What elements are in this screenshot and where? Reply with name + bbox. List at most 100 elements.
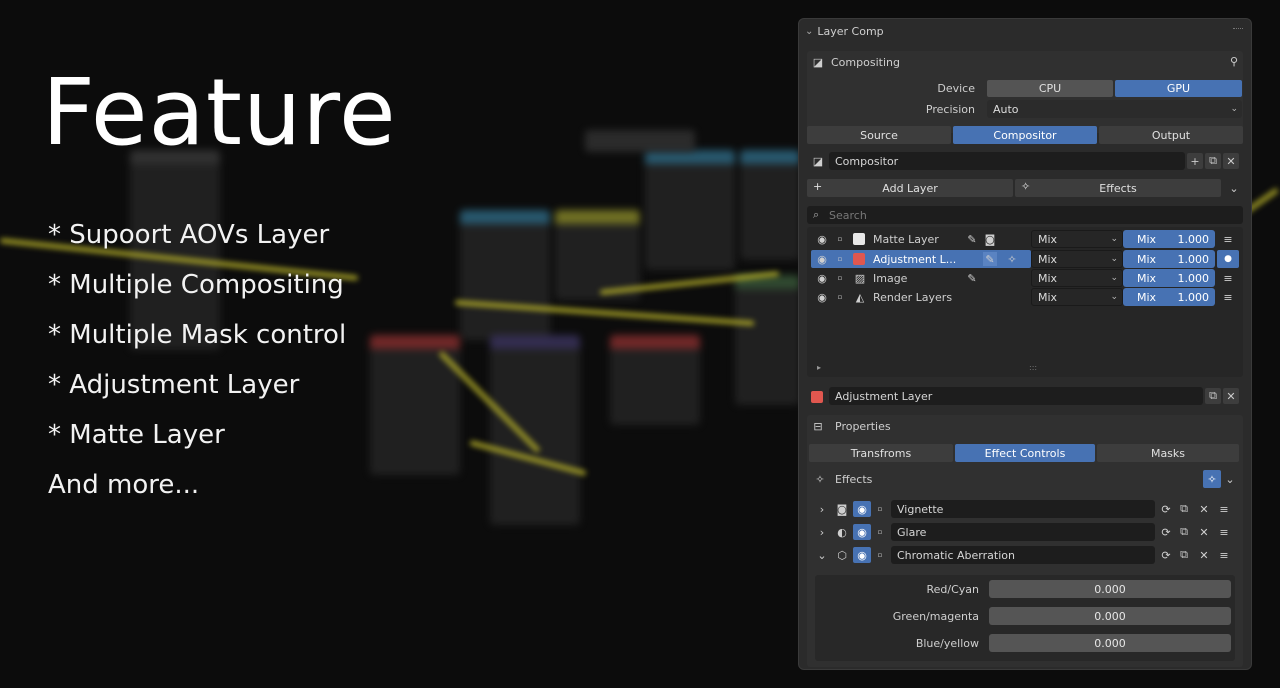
menu-icon[interactable]: ≡	[1217, 502, 1231, 516]
tab-output[interactable]: Output	[1099, 126, 1243, 144]
add-icon[interactable]: +	[1187, 153, 1203, 169]
resize-grip-icon[interactable]: :::	[1029, 363, 1037, 372]
close-icon[interactable]: ✕	[1197, 548, 1211, 562]
red-cyan-slider[interactable]: 0.000	[989, 580, 1231, 598]
tab-compositor[interactable]: Compositor	[953, 126, 1097, 144]
blue-yellow-slider[interactable]: 0.000	[989, 634, 1231, 652]
add-layer-button[interactable]: + Add Layer	[807, 179, 1013, 197]
effect-row-chromatic-aberration[interactable]: ⌄ ⬡ ◉ ▫ Chromatic Aberration ⟳ ⧉ ✕ ≡	[811, 545, 1243, 565]
effects-menu-button[interactable]: ✧ Effects	[1015, 179, 1221, 197]
solo-icon[interactable]: ▫	[873, 525, 887, 539]
eye-icon[interactable]: ◉	[853, 501, 871, 517]
effects-section-label: Effects	[835, 473, 873, 486]
menu-icon[interactable]: ≡	[1217, 548, 1231, 562]
tab-masks[interactable]: Masks	[1097, 444, 1239, 462]
menu-icon[interactable]: ≡	[1221, 232, 1235, 246]
effect-row-glare[interactable]: › ◐ ◉ ▫ Glare ⟳ ⧉ ✕ ≡	[811, 522, 1243, 542]
eye-icon[interactable]: ◉	[853, 524, 871, 540]
chevron-down-icon: ⌄	[1110, 273, 1118, 283]
close-icon[interactable]: ✕	[1223, 388, 1239, 404]
wand-icon: ✧	[815, 472, 825, 486]
pin-icon[interactable]: ⚲	[1227, 54, 1241, 68]
menu-icon[interactable]: ≡	[1217, 525, 1231, 539]
duplicate-icon[interactable]: ⧉	[1177, 525, 1191, 539]
edit-icon[interactable]: ✎	[965, 271, 979, 285]
eye-icon[interactable]: ◉	[853, 547, 871, 563]
layer-row-adjustment[interactable]: ◉ ▫ Adjustment L... ✎ ✧	[811, 250, 1031, 268]
close-icon[interactable]: ✕	[1197, 502, 1211, 516]
duplicate-icon[interactable]: ⧉	[1177, 548, 1191, 562]
blend-mode-select[interactable]: Mix ⌄	[1031, 230, 1123, 248]
chevron-down-icon[interactable]: ⌄	[1223, 472, 1237, 486]
wand-icon[interactable]: ✧	[1005, 252, 1019, 266]
expand-triangle-icon[interactable]: ▸	[817, 363, 821, 372]
chevron-right-icon[interactable]: ›	[815, 525, 829, 539]
blend-mode-select[interactable]: Mix ⌄	[1031, 269, 1123, 287]
feature-item: And more...	[48, 470, 200, 501]
chevron-down-icon[interactable]: ⌄	[1227, 181, 1241, 195]
selected-layer-name-field[interactable]: Adjustment Layer	[829, 387, 1203, 405]
feature-list: * Supoort AOVs Layer * Multiple Composit…	[48, 210, 397, 510]
eye-icon[interactable]: ◉	[815, 290, 829, 304]
eye-icon[interactable]: ◉	[815, 232, 829, 246]
blend-mode-select[interactable]: Mix ⌄	[1031, 288, 1123, 306]
eye-icon[interactable]: ◉	[815, 252, 829, 266]
device-gpu-button[interactable]: GPU	[1115, 80, 1242, 97]
mix-slider[interactable]: Mix 1.000	[1123, 269, 1215, 287]
compositor-name-field[interactable]: Compositor	[829, 152, 1185, 170]
close-icon[interactable]: ✕	[1197, 525, 1211, 539]
feature-intro: Feature * Supoort AOVs Layer * Multiple …	[42, 58, 397, 510]
effect-row-vignette[interactable]: › ◙ ◉ ▫ Vignette ⟳ ⧉ ✕ ≡	[811, 499, 1243, 519]
wand-icon: ✧	[1021, 180, 1031, 193]
blend-mode-value: Mix	[1038, 252, 1058, 266]
solo-icon[interactable]: ▫	[833, 252, 847, 266]
layer-row-render-layers[interactable]: ◉ ▫ ◭ Render Layers Mix ⌄ Mix 1.000 ≡	[811, 288, 1243, 306]
mix-slider[interactable]: Mix 1.000	[1123, 250, 1215, 268]
active-dot-icon[interactable]: ●	[1217, 250, 1239, 268]
drag-handle-icon[interactable]	[1233, 28, 1243, 30]
solo-icon[interactable]: ▫	[833, 232, 847, 246]
edit-icon[interactable]: ✎	[965, 232, 979, 246]
layer-row-image[interactable]: ◉ ▫ ▨ Image ✎ Mix ⌄ Mix 1.000 ≡	[811, 269, 1243, 287]
tab-transforms[interactable]: Transfroms	[809, 444, 953, 462]
solo-icon[interactable]: ▫	[873, 548, 887, 562]
blend-mode-value: Mix	[1038, 271, 1058, 285]
feature-item: * Adjustment Layer	[48, 370, 300, 401]
green-magenta-slider[interactable]: 0.000	[989, 607, 1231, 625]
add-effect-icon[interactable]: ✧	[1203, 470, 1221, 488]
device-cpu-button[interactable]: CPU	[987, 80, 1113, 97]
mix-value: 1.000	[1177, 232, 1210, 246]
duplicate-icon[interactable]: ⧉	[1205, 153, 1221, 169]
mask-icon[interactable]: ◙	[983, 232, 997, 246]
duplicate-icon[interactable]: ⧉	[1177, 502, 1191, 516]
mix-label: Mix	[1137, 290, 1157, 304]
mix-slider[interactable]: Mix 1.000	[1123, 288, 1215, 306]
effect-name-field[interactable]: Chromatic Aberration	[891, 546, 1155, 564]
chevron-right-icon[interactable]: ›	[815, 502, 829, 516]
blend-mode-select[interactable]: Mix ⌄	[1031, 250, 1123, 268]
mix-slider[interactable]: Mix 1.000	[1123, 230, 1215, 248]
precision-select[interactable]: Auto ⌄	[987, 100, 1242, 118]
refresh-icon[interactable]: ⟳	[1159, 502, 1173, 516]
refresh-icon[interactable]: ⟳	[1159, 525, 1173, 539]
solo-icon[interactable]: ▫	[833, 290, 847, 304]
layer-search-input[interactable]: ⌕ Search	[807, 206, 1243, 224]
tab-source[interactable]: Source	[807, 126, 951, 144]
solo-icon[interactable]: ▫	[833, 271, 847, 285]
menu-icon[interactable]: ≡	[1221, 271, 1235, 285]
menu-icon[interactable]: ≡	[1221, 290, 1235, 304]
eye-icon[interactable]: ◉	[815, 271, 829, 285]
tab-effect-controls[interactable]: Effect Controls	[955, 444, 1095, 462]
duplicate-icon[interactable]: ⧉	[1205, 388, 1221, 404]
panel-header[interactable]: ⌄ Layer Comp	[805, 23, 884, 39]
chevron-down-icon[interactable]: ⌄	[815, 548, 829, 562]
effect-name-field[interactable]: Glare	[891, 523, 1155, 541]
layer-row-matte[interactable]: ◉ ▫ Matte Layer ✎ ◙ Mix ⌄ Mix 1.000 ≡	[811, 230, 1243, 248]
blend-mode-value: Mix	[1038, 290, 1058, 304]
solo-icon[interactable]: ▫	[873, 502, 887, 516]
edit-icon[interactable]: ✎	[983, 252, 997, 266]
image-icon: ▨	[854, 271, 866, 285]
close-icon[interactable]: ✕	[1223, 153, 1239, 169]
refresh-icon[interactable]: ⟳	[1159, 548, 1173, 562]
effect-name-field[interactable]: Vignette	[891, 500, 1155, 518]
